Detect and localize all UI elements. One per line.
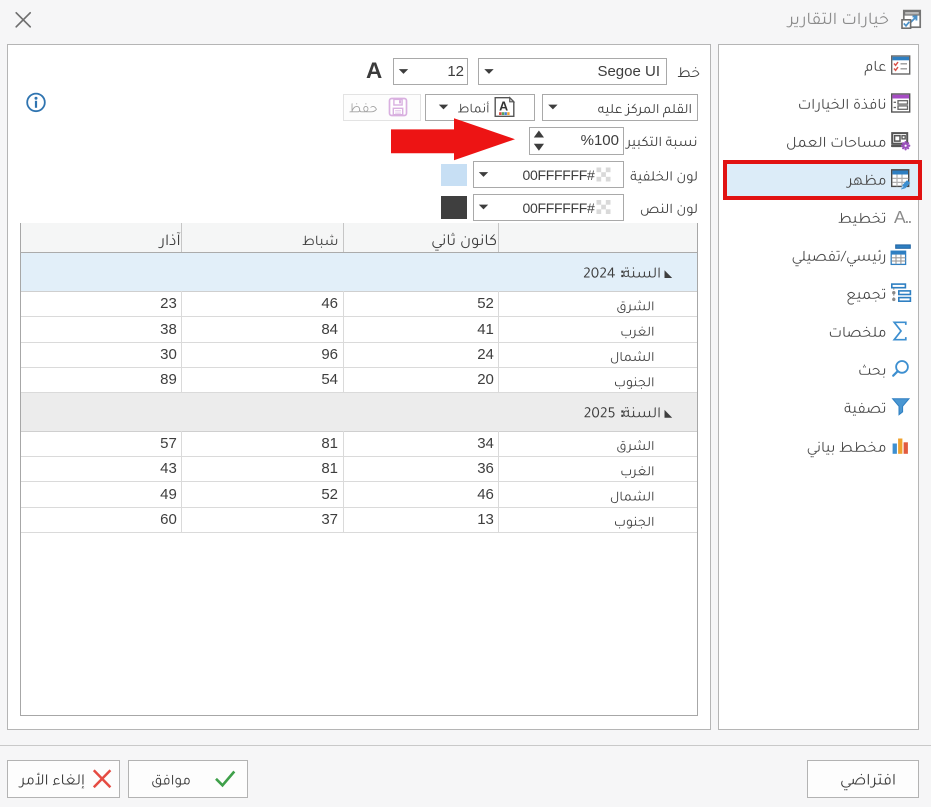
svg-text:A: A (894, 207, 906, 227)
svg-text:A: A (499, 100, 508, 114)
